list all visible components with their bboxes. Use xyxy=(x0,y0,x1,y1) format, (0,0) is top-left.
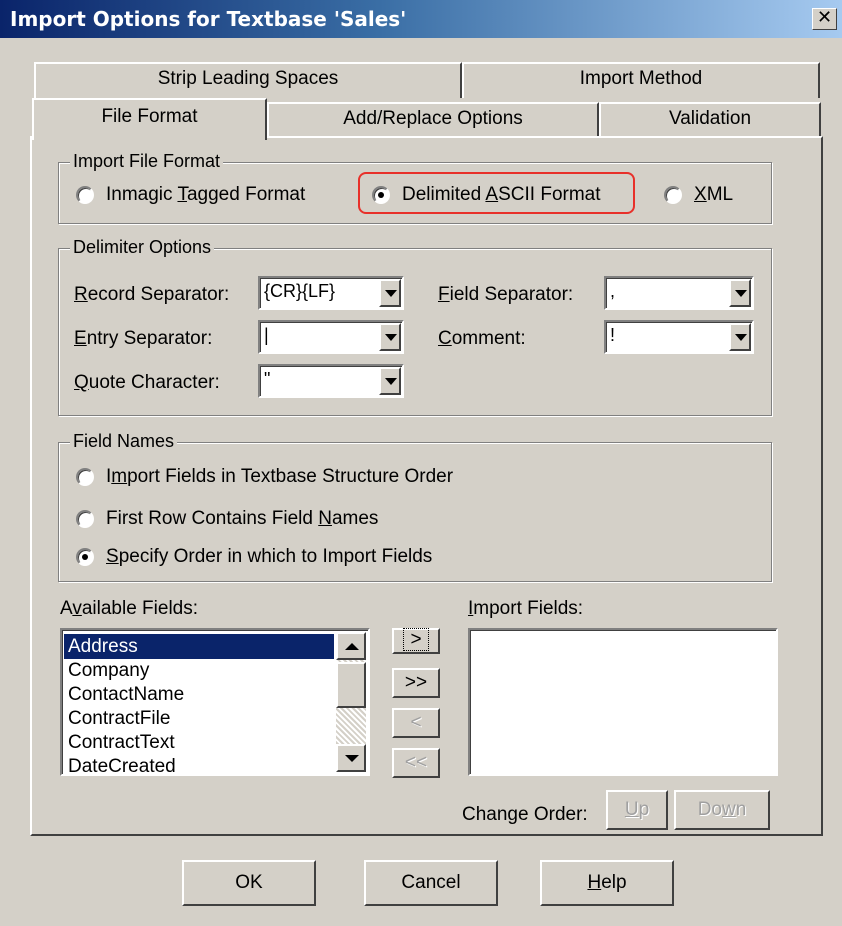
radio-import-structure-order[interactable] xyxy=(76,468,94,486)
chevron-down-icon[interactable] xyxy=(729,279,751,307)
field-separator-label: Field Separator: xyxy=(438,284,574,305)
first-row-field-names-label[interactable]: First Row Contains Field Names xyxy=(106,508,378,530)
delimiter-options-legend: Delimiter Options xyxy=(70,237,215,258)
entry-separator-label: Entry Separator: xyxy=(74,328,213,349)
tab-validation[interactable]: Validation xyxy=(599,102,821,136)
specify-order-label[interactable]: Specify Order in which to Import Fields xyxy=(106,546,432,568)
record-separator-value: {CR}{LF} xyxy=(264,281,336,301)
title-bar[interactable]: Import Options for Textbase 'Sales' ✕ xyxy=(0,0,842,38)
quote-character-combo[interactable]: " xyxy=(258,364,404,398)
quote-character-value: " xyxy=(264,369,271,389)
comment-combo[interactable]: ! xyxy=(604,320,754,354)
remove-field-button[interactable]: < xyxy=(392,708,440,738)
move-up-button[interactable]: Up xyxy=(606,790,668,830)
list-item[interactable]: ContractText xyxy=(64,730,175,755)
close-icon[interactable]: ✕ xyxy=(812,8,837,30)
available-fields-label: Available Fields: xyxy=(60,598,199,619)
move-down-button[interactable]: Down xyxy=(674,790,770,830)
scrollbar[interactable] xyxy=(336,632,366,772)
chevron-down-icon[interactable] xyxy=(729,323,751,351)
entry-separator-value: | xyxy=(264,325,269,345)
import-file-format-legend: Import File Format xyxy=(70,151,224,172)
record-separator-combo[interactable]: {CR}{LF} xyxy=(258,276,404,310)
scroll-down-icon[interactable] xyxy=(336,744,366,772)
chevron-down-icon[interactable] xyxy=(379,279,401,307)
change-order-label: Change Order: xyxy=(462,804,588,825)
field-separator-combo[interactable]: , xyxy=(604,276,754,310)
quote-character-label: Quote Character: xyxy=(74,372,220,393)
window-title: Import Options for Textbase 'Sales' xyxy=(10,7,407,31)
import-structure-order-label[interactable]: Import Fields in Textbase Structure Orde… xyxy=(106,466,453,488)
add-field-button[interactable]: > xyxy=(392,628,440,654)
add-all-fields-button[interactable]: >> xyxy=(392,668,440,698)
radio-delimited-ascii-format[interactable] xyxy=(372,186,390,204)
list-item[interactable]: Company xyxy=(64,658,149,683)
field-separator-value: , xyxy=(610,281,616,301)
tab-import-method[interactable]: Import Method xyxy=(462,62,820,98)
entry-separator-combo[interactable]: | xyxy=(258,320,404,354)
inmagic-tagged-format-label[interactable]: Inmagic Tagged Format xyxy=(106,184,305,206)
field-names-legend: Field Names xyxy=(70,431,178,452)
import-options-dialog: Import Options for Textbase 'Sales' ✕ St… xyxy=(0,0,842,926)
import-fields-list[interactable] xyxy=(468,628,778,776)
record-separator-label: Record Separator: xyxy=(74,284,230,305)
help-button[interactable]: Help xyxy=(540,860,674,906)
scroll-thumb[interactable] xyxy=(336,662,366,708)
add-field-label: > xyxy=(403,628,429,651)
tab-add-replace-options[interactable]: Add/Replace Options xyxy=(267,102,599,136)
list-item[interactable]: Address xyxy=(64,634,334,659)
scroll-up-icon[interactable] xyxy=(336,632,366,660)
list-item[interactable]: ContactName xyxy=(64,682,184,707)
radio-xml[interactable] xyxy=(664,186,682,204)
xml-label[interactable]: XML xyxy=(694,184,733,206)
tab-file-format[interactable]: File Format xyxy=(32,98,267,140)
radio-first-row-field-names[interactable] xyxy=(76,510,94,528)
ok-button[interactable]: OK xyxy=(182,860,316,906)
available-fields-list[interactable]: Address Company ContactName ContractFile… xyxy=(60,628,370,776)
tab-strip-leading-spaces[interactable]: Strip Leading Spaces xyxy=(34,62,462,98)
delimited-ascii-format-label[interactable]: Delimited ASCII Format xyxy=(402,184,601,206)
chevron-down-icon[interactable] xyxy=(379,367,401,395)
chevron-down-icon[interactable] xyxy=(379,323,401,351)
remove-all-fields-button[interactable]: << xyxy=(392,748,440,778)
radio-specify-order[interactable] xyxy=(76,548,94,566)
import-fields-label: Import Fields: xyxy=(468,598,584,619)
comment-value: ! xyxy=(610,325,616,345)
comment-label: Comment: xyxy=(438,328,526,349)
list-item[interactable]: DateCreated xyxy=(64,754,176,774)
radio-inmagic-tagged-format[interactable] xyxy=(76,186,94,204)
cancel-button[interactable]: Cancel xyxy=(364,860,498,906)
list-item[interactable]: ContractFile xyxy=(64,706,170,731)
